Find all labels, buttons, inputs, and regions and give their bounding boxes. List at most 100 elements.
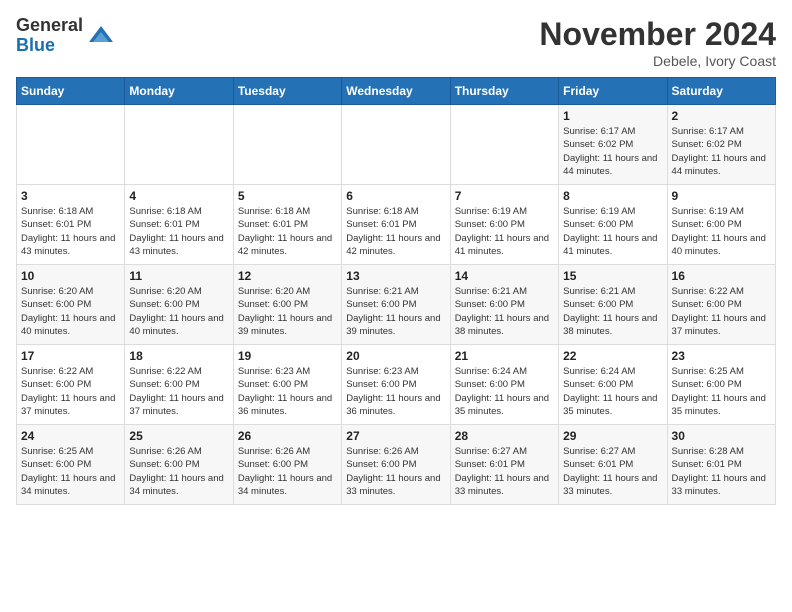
- day-number: 15: [563, 269, 662, 283]
- day-number: 27: [346, 429, 445, 443]
- day-number: 7: [455, 189, 554, 203]
- calendar-cell: 1 Sunrise: 6:17 AM Sunset: 6:02 PM Daylig…: [559, 105, 667, 185]
- calendar-cell: 29 Sunrise: 6:27 AM Sunset: 6:01 PM Dayli…: [559, 425, 667, 505]
- calendar-cell: 28Sunrise: 6:27 AM Sunset: 6:01 PM Dayli…: [450, 425, 558, 505]
- day-number: 26: [238, 429, 337, 443]
- calendar-cell: 14 Sunrise: 6:21 AM Sunset: 6:00 PM Dayli…: [450, 265, 558, 345]
- calendar-cell: 16Sunrise: 6:22 AM Sunset: 6:00 PM Dayli…: [667, 265, 775, 345]
- day-info: Sunrise: 6:24 AM Sunset: 6:00 PM Dayligh…: [455, 365, 554, 418]
- calendar-cell: [233, 105, 341, 185]
- calendar-cell: 25Sunrise: 6:26 AM Sunset: 6:00 PM Dayli…: [125, 425, 233, 505]
- day-number: 2: [672, 109, 771, 123]
- day-number: 10: [21, 269, 120, 283]
- calendar-cell: 11 Sunrise: 6:20 AM Sunset: 6:00 PM Dayli…: [125, 265, 233, 345]
- calendar-cell: 9Sunrise: 6:19 AM Sunset: 6:00 PM Daylig…: [667, 185, 775, 265]
- day-number: 1: [563, 109, 662, 123]
- day-number: 29: [563, 429, 662, 443]
- logo-general-text: General: [16, 16, 83, 36]
- calendar-cell: [17, 105, 125, 185]
- logo: General Blue: [16, 16, 115, 56]
- day-info: Sunrise: 6:17 AM Sunset: 6:02 PM Dayligh…: [563, 125, 662, 178]
- calendar-cell: 15 Sunrise: 6:21 AM Sunset: 6:00 PM Dayli…: [559, 265, 667, 345]
- page-header: General Blue November 2024 Debele, Ivory…: [16, 16, 776, 69]
- day-info: Sunrise: 6:21 AM Sunset: 6:00 PM Dayligh…: [563, 285, 662, 338]
- day-number: 22: [563, 349, 662, 363]
- title-area: November 2024 Debele, Ivory Coast: [539, 16, 776, 69]
- day-number: 24: [21, 429, 120, 443]
- day-number: 28: [455, 429, 554, 443]
- calendar-cell: 8 Sunrise: 6:19 AM Sunset: 6:00 PM Daylig…: [559, 185, 667, 265]
- calendar-cell: 21 Sunrise: 6:24 AM Sunset: 6:00 PM Dayli…: [450, 345, 558, 425]
- calendar-cell: 4 Sunrise: 6:18 AM Sunset: 6:01 PM Daylig…: [125, 185, 233, 265]
- day-info: Sunrise: 6:20 AM Sunset: 6:00 PM Dayligh…: [21, 285, 120, 338]
- week-row-2: 3 Sunrise: 6:18 AM Sunset: 6:01 PM Daylig…: [17, 185, 776, 265]
- day-info: Sunrise: 6:24 AM Sunset: 6:00 PM Dayligh…: [563, 365, 662, 418]
- week-row-1: 1 Sunrise: 6:17 AM Sunset: 6:02 PM Daylig…: [17, 105, 776, 185]
- calendar-cell: 24 Sunrise: 6:25 AM Sunset: 6:00 PM Dayli…: [17, 425, 125, 505]
- logo-blue-text: Blue: [16, 36, 83, 56]
- day-number: 6: [346, 189, 445, 203]
- day-number: 14: [455, 269, 554, 283]
- calendar-cell: 19Sunrise: 6:23 AM Sunset: 6:00 PM Dayli…: [233, 345, 341, 425]
- day-info: Sunrise: 6:18 AM Sunset: 6:01 PM Dayligh…: [346, 205, 445, 258]
- header-day-monday: Monday: [125, 78, 233, 105]
- calendar-cell: 22 Sunrise: 6:24 AM Sunset: 6:00 PM Dayli…: [559, 345, 667, 425]
- day-info: Sunrise: 6:28 AM Sunset: 6:01 PM Dayligh…: [672, 445, 771, 498]
- calendar-cell: 7 Sunrise: 6:19 AM Sunset: 6:00 PM Daylig…: [450, 185, 558, 265]
- day-number: 9: [672, 189, 771, 203]
- day-info: Sunrise: 6:20 AM Sunset: 6:00 PM Dayligh…: [129, 285, 228, 338]
- calendar-cell: 30 Sunrise: 6:28 AM Sunset: 6:01 PM Dayli…: [667, 425, 775, 505]
- day-number: 5: [238, 189, 337, 203]
- day-info: Sunrise: 6:18 AM Sunset: 6:01 PM Dayligh…: [129, 205, 228, 258]
- day-number: 20: [346, 349, 445, 363]
- day-info: Sunrise: 6:26 AM Sunset: 6:00 PM Dayligh…: [346, 445, 445, 498]
- day-number: 21: [455, 349, 554, 363]
- day-info: Sunrise: 6:23 AM Sunset: 6:00 PM Dayligh…: [346, 365, 445, 418]
- day-number: 8: [563, 189, 662, 203]
- header-day-friday: Friday: [559, 78, 667, 105]
- calendar-cell: 17Sunrise: 6:22 AM Sunset: 6:00 PM Dayli…: [17, 345, 125, 425]
- day-number: 4: [129, 189, 228, 203]
- week-row-3: 10 Sunrise: 6:20 AM Sunset: 6:00 PM Dayli…: [17, 265, 776, 345]
- day-number: 23: [672, 349, 771, 363]
- logo-icon: [87, 22, 115, 50]
- week-row-4: 17Sunrise: 6:22 AM Sunset: 6:00 PM Dayli…: [17, 345, 776, 425]
- calendar-cell: [125, 105, 233, 185]
- day-info: Sunrise: 6:25 AM Sunset: 6:00 PM Dayligh…: [672, 365, 771, 418]
- day-number: 30: [672, 429, 771, 443]
- day-info: Sunrise: 6:17 AM Sunset: 6:02 PM Dayligh…: [672, 125, 771, 178]
- day-number: 18: [129, 349, 228, 363]
- calendar-table: SundayMondayTuesdayWednesdayThursdayFrid…: [16, 77, 776, 505]
- calendar-cell: [450, 105, 558, 185]
- calendar-cell: 6 Sunrise: 6:18 AM Sunset: 6:01 PM Daylig…: [342, 185, 450, 265]
- header-day-tuesday: Tuesday: [233, 78, 341, 105]
- day-info: Sunrise: 6:21 AM Sunset: 6:00 PM Dayligh…: [455, 285, 554, 338]
- header-day-sunday: Sunday: [17, 78, 125, 105]
- day-info: Sunrise: 6:22 AM Sunset: 6:00 PM Dayligh…: [129, 365, 228, 418]
- day-number: 19: [238, 349, 337, 363]
- day-number: 13: [346, 269, 445, 283]
- header-day-thursday: Thursday: [450, 78, 558, 105]
- calendar-cell: 23 Sunrise: 6:25 AM Sunset: 6:00 PM Dayli…: [667, 345, 775, 425]
- day-number: 3: [21, 189, 120, 203]
- calendar-cell: 5 Sunrise: 6:18 AM Sunset: 6:01 PM Daylig…: [233, 185, 341, 265]
- day-info: Sunrise: 6:19 AM Sunset: 6:00 PM Dayligh…: [563, 205, 662, 258]
- day-info: Sunrise: 6:26 AM Sunset: 6:00 PM Dayligh…: [238, 445, 337, 498]
- calendar-cell: 12Sunrise: 6:20 AM Sunset: 6:00 PM Dayli…: [233, 265, 341, 345]
- day-info: Sunrise: 6:19 AM Sunset: 6:00 PM Dayligh…: [455, 205, 554, 258]
- day-number: 11: [129, 269, 228, 283]
- day-info: Sunrise: 6:20 AM Sunset: 6:00 PM Dayligh…: [238, 285, 337, 338]
- day-number: 16: [672, 269, 771, 283]
- calendar-body: 1 Sunrise: 6:17 AM Sunset: 6:02 PM Daylig…: [17, 105, 776, 505]
- header-day-wednesday: Wednesday: [342, 78, 450, 105]
- calendar-cell: 2 Sunrise: 6:17 AM Sunset: 6:02 PM Daylig…: [667, 105, 775, 185]
- week-row-5: 24 Sunrise: 6:25 AM Sunset: 6:00 PM Dayli…: [17, 425, 776, 505]
- day-info: Sunrise: 6:18 AM Sunset: 6:01 PM Dayligh…: [238, 205, 337, 258]
- day-info: Sunrise: 6:25 AM Sunset: 6:00 PM Dayligh…: [21, 445, 120, 498]
- calendar-cell: 18 Sunrise: 6:22 AM Sunset: 6:00 PM Dayli…: [125, 345, 233, 425]
- day-info: Sunrise: 6:27 AM Sunset: 6:01 PM Dayligh…: [563, 445, 662, 498]
- month-title: November 2024: [539, 16, 776, 53]
- calendar-cell: [342, 105, 450, 185]
- calendar-cell: 26 Sunrise: 6:26 AM Sunset: 6:00 PM Dayli…: [233, 425, 341, 505]
- calendar-cell: 10 Sunrise: 6:20 AM Sunset: 6:00 PM Dayli…: [17, 265, 125, 345]
